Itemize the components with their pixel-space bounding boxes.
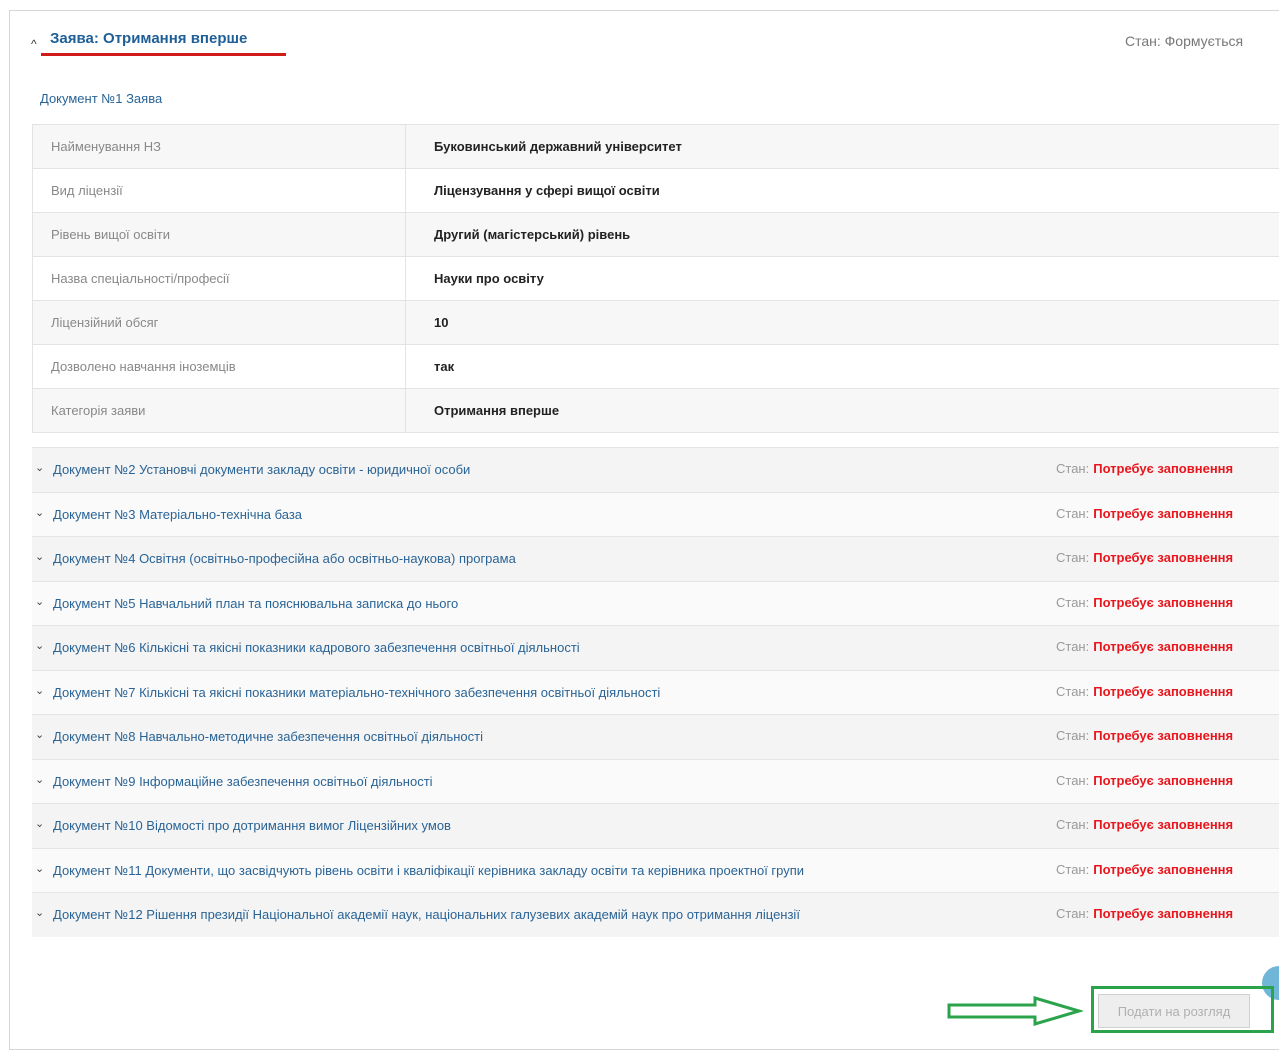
application-header[interactable]: ^ Заява: Отримання вперше Стан: Формуєть…	[10, 11, 1279, 66]
document-row[interactable]: ⌄ Документ №4 Освітня (освітньо-професійн…	[32, 536, 1279, 581]
field-value: Отримання вперше	[406, 389, 1279, 433]
field-label: Рівень вищої освіти	[33, 213, 406, 257]
state-value: Потребує заповнення	[1093, 461, 1233, 476]
chevron-down-icon[interactable]: ⌄	[35, 595, 44, 608]
field-value: Ліцензування у сфері вищої освіти	[406, 169, 1279, 213]
chevron-down-icon[interactable]: ⌄	[35, 461, 44, 474]
state-label: Стан:	[1056, 906, 1089, 921]
document-row[interactable]: ⌄ Документ №7 Кількісні та якісні показни…	[32, 670, 1279, 715]
document-1-title[interactable]: Документ №1 Заява	[40, 91, 162, 106]
document-title[interactable]: Документ №4 Освітня (освітньо-професійна…	[53, 551, 516, 566]
document-state: Стан: Потребує заповнення	[1056, 595, 1233, 610]
document-row[interactable]: ⌄ Документ №2 Установчі документи закладу…	[32, 447, 1279, 492]
field-row: Рівень вищої освітиДругий (магістерський…	[33, 213, 1279, 257]
state-value: Потребує заповнення	[1093, 684, 1233, 699]
chevron-down-icon[interactable]: ⌄	[35, 639, 44, 652]
document-title[interactable]: Документ №6 Кількісні та якісні показник…	[53, 640, 580, 655]
document-title[interactable]: Документ №11 Документи, що засвідчують р…	[53, 863, 804, 878]
state-label: Стан:	[1056, 773, 1089, 788]
chevron-down-icon[interactable]: ⌄	[35, 684, 44, 697]
document-row[interactable]: ⌄ Документ №3 Матеріально-технічна база Ст…	[32, 492, 1279, 537]
document-title[interactable]: Документ №10 Відомості про дотримання ви…	[53, 818, 451, 833]
document-row[interactable]: ⌄ Документ №11 Документи, що засвідчують …	[32, 848, 1279, 893]
application-state: Стан: Формується	[1125, 33, 1243, 49]
state-label: Стан:	[1056, 506, 1089, 521]
field-row: Дозволено навчання іноземцівтак	[33, 345, 1279, 389]
chevron-down-icon[interactable]: ⌄	[35, 728, 44, 741]
state-value: Потребує заповнення	[1093, 906, 1233, 921]
submit-highlight-frame: Подати на розгляд	[1091, 986, 1274, 1033]
field-value: так	[406, 345, 1279, 389]
state-label: Стан:	[1056, 595, 1089, 610]
document-title[interactable]: Документ №5 Навчальний план та пояснювал…	[53, 596, 458, 611]
document-state: Стан: Потребує заповнення	[1056, 461, 1233, 476]
chevron-down-icon[interactable]: ⌄	[35, 550, 44, 563]
field-row: Найменування НЗБуковинський державний ун…	[33, 125, 1279, 169]
state-value: Потребує заповнення	[1093, 728, 1233, 743]
document-state: Стан: Потребує заповнення	[1056, 728, 1233, 743]
document-title[interactable]: Документ №3 Матеріально-технічна база	[53, 507, 302, 522]
document-state: Стан: Потребує заповнення	[1056, 906, 1233, 921]
submit-for-review-button[interactable]: Подати на розгляд	[1098, 994, 1250, 1028]
chevron-down-icon[interactable]: ⌄	[35, 817, 44, 830]
chevron-down-icon[interactable]: ⌄	[35, 773, 44, 786]
field-row: Назва спеціальності/професіїНауки про ос…	[33, 257, 1279, 301]
field-label: Категорія заяви	[33, 389, 406, 433]
state-value: Потребує заповнення	[1093, 639, 1233, 654]
document-state: Стан: Потребує заповнення	[1056, 862, 1233, 877]
state-value: Потребує заповнення	[1093, 506, 1233, 521]
red-underline-annotation	[41, 53, 286, 56]
document-state: Стан: Потребує заповнення	[1056, 773, 1233, 788]
state-label: Стан:	[1056, 639, 1089, 654]
document-row[interactable]: ⌄ Документ №6 Кількісні та якісні показни…	[32, 625, 1279, 670]
state-value: Потребує заповнення	[1093, 817, 1233, 832]
field-label: Найменування НЗ	[33, 125, 406, 169]
state-label: Стан:	[1056, 461, 1089, 476]
chevron-down-icon[interactable]: ⌄	[35, 862, 44, 875]
document-state: Стан: Потребує заповнення	[1056, 506, 1233, 521]
state-label: Стан:	[1056, 550, 1089, 565]
field-row: Ліцензійний обсяг10	[33, 301, 1279, 345]
document-title[interactable]: Документ №9 Інформаційне забезпечення ос…	[53, 774, 433, 789]
field-label: Назва спеціальності/професії	[33, 257, 406, 301]
field-value: Другий (магістерський) рівень	[406, 213, 1279, 257]
documents-list: ⌄ Документ №2 Установчі документи закладу…	[32, 447, 1279, 937]
field-row: Категорія заявиОтримання вперше	[33, 389, 1279, 433]
field-label: Ліцензійний обсяг	[33, 301, 406, 345]
document-row[interactable]: ⌄ Документ №8 Навчально-методичне забезпе…	[32, 714, 1279, 759]
document-state: Стан: Потребує заповнення	[1056, 639, 1233, 654]
state-label: Стан:	[1056, 817, 1089, 832]
document-title[interactable]: Документ №2 Установчі документи закладу …	[53, 462, 470, 477]
application-panel: ^ Заява: Отримання вперше Стан: Формуєть…	[9, 10, 1279, 1050]
field-label: Дозволено навчання іноземців	[33, 345, 406, 389]
state-label: Стан:	[1056, 728, 1089, 743]
state-value: Потребує заповнення	[1093, 550, 1233, 565]
document-state: Стан: Потребує заповнення	[1056, 684, 1233, 699]
state-value: Потребує заповнення	[1093, 773, 1233, 788]
field-value: Буковинський державний університет	[406, 125, 1279, 169]
document-title[interactable]: Документ №7 Кількісні та якісні показник…	[53, 685, 660, 700]
document-title[interactable]: Документ №12 Рішення президії Національн…	[53, 907, 800, 922]
field-row: Вид ліцензіїЛіцензування у сфері вищої о…	[33, 169, 1279, 213]
document-state: Стан: Потребує заповнення	[1056, 550, 1233, 565]
chevron-down-icon[interactable]: ⌄	[35, 506, 44, 519]
field-value: 10	[406, 301, 1279, 345]
document-row[interactable]: ⌄ Документ №12 Рішення президії Національ…	[32, 892, 1279, 937]
chevron-up-icon[interactable]: ^	[31, 37, 37, 51]
state-value: Потребує заповнення	[1093, 595, 1233, 610]
document-title[interactable]: Документ №8 Навчально-методичне забезпеч…	[53, 729, 483, 744]
document-row[interactable]: ⌄ Документ №10 Відомості про дотримання в…	[32, 803, 1279, 848]
document-1-fields-table: Найменування НЗБуковинський державний ун…	[32, 124, 1279, 433]
field-label: Вид ліцензії	[33, 169, 406, 213]
field-value: Науки про освіту	[406, 257, 1279, 301]
document-row[interactable]: ⌄ Документ №5 Навчальний план та пояснюва…	[32, 581, 1279, 626]
application-title[interactable]: Заява: Отримання вперше	[50, 30, 247, 47]
state-value: Потребує заповнення	[1093, 862, 1233, 877]
state-label: Стан:	[1056, 862, 1089, 877]
document-state: Стан: Потребує заповнення	[1056, 817, 1233, 832]
document-row[interactable]: ⌄ Документ №9 Інформаційне забезпечення о…	[32, 759, 1279, 804]
right-arrow-icon	[947, 996, 1083, 1026]
chevron-down-icon[interactable]: ⌄	[35, 906, 44, 919]
state-label: Стан:	[1056, 684, 1089, 699]
